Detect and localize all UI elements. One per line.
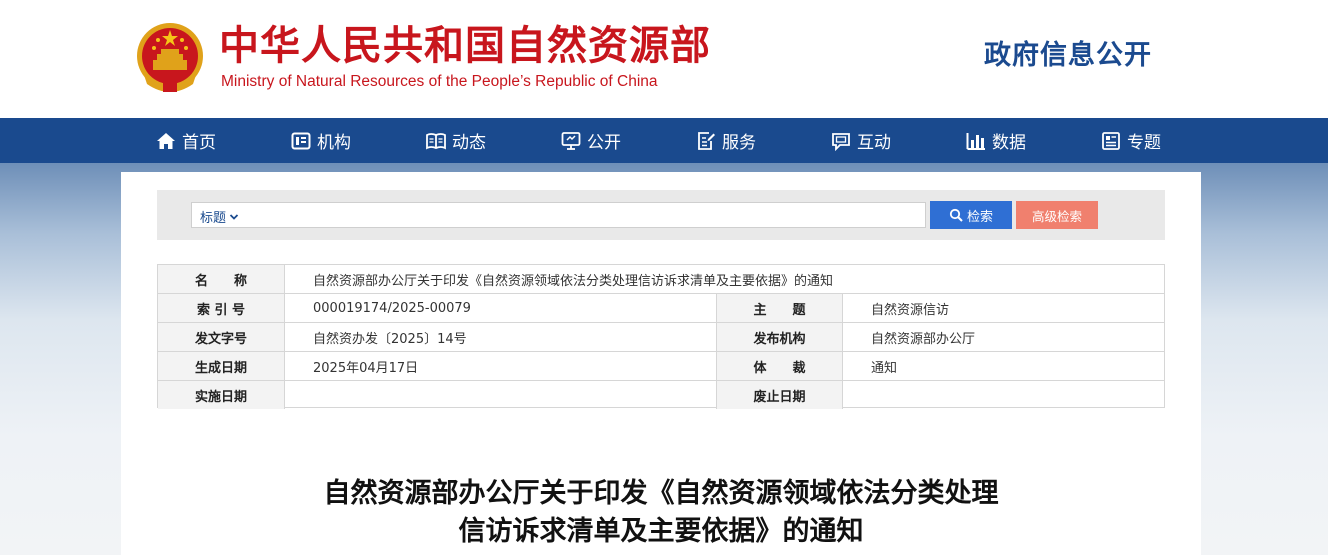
section-title[interactable]: 政府信息公开 <box>984 33 1152 72</box>
nav-item-home[interactable]: 首页 <box>156 118 216 163</box>
list-doc-icon <box>1102 131 1120 150</box>
article-title-line1: 自然资源部办公厅关于印发《自然资源领域依法分类处理 <box>323 478 999 509</box>
effective-value <box>284 381 716 409</box>
home-icon <box>157 132 175 149</box>
search-field-wrapper: 标题 <box>191 202 926 228</box>
name-value: 自然资源部办公厅关于印发《自然资源领域依法分类处理信访诉求清单及主要依据》的通知 <box>284 265 1164 293</box>
nav-item-service[interactable]: 服务 <box>696 118 756 163</box>
effective-label: 实施日期 <box>158 381 284 409</box>
created-label: 生成日期 <box>158 352 284 380</box>
expiry-value <box>842 381 1164 409</box>
site-title-cn[interactable]: 中华人民共和国自然资源部 <box>219 22 711 70</box>
bar-chart-icon <box>966 132 985 150</box>
nav-item-data[interactable]: 数据 <box>966 118 1026 163</box>
nav-label: 公开 <box>587 133 621 153</box>
table-row: 索 引 号 000019174/2025-00079 主 题 自然资源信访 <box>158 294 1164 323</box>
genre-label: 体 裁 <box>716 352 842 380</box>
search-field-select[interactable]: 标题 <box>200 207 239 226</box>
table-row: 发文字号 自然资办发〔2025〕14号 发布机构 自然资源部办公厅 <box>158 323 1164 352</box>
table-row: 实施日期 废止日期 <box>158 381 1164 410</box>
chevron-down-icon <box>229 213 239 220</box>
created-value: 2025年04月17日 <box>284 352 716 380</box>
search-input[interactable] <box>252 203 922 227</box>
docno-value: 自然资办发〔2025〕14号 <box>284 323 716 351</box>
nav-item-topics[interactable]: 专题 <box>1101 118 1161 163</box>
document-metadata-table: 名 称 自然资源部办公厅关于印发《自然资源领域依法分类处理信访诉求清单及主要依据… <box>157 264 1165 410</box>
search-field-label: 标题 <box>200 211 227 226</box>
nav-item-public[interactable]: 公开 <box>561 118 621 163</box>
docno-label: 发文字号 <box>158 323 284 351</box>
advanced-search-label: 高级检索 <box>1031 208 1082 224</box>
issuer-value: 自然资源部办公厅 <box>842 323 1164 351</box>
article-title-line2: 信访诉求清单及主要依据》的通知 <box>458 516 864 547</box>
search-button-label: 检索 <box>966 209 993 225</box>
search-button[interactable]: 检索 <box>930 201 1012 229</box>
search-icon <box>949 208 963 222</box>
table-row: 名 称 自然资源部办公厅关于印发《自然资源领域依法分类处理信访诉求清单及主要依据… <box>158 265 1164 294</box>
table-row: 生成日期 2025年04月17日 体 裁 通知 <box>158 352 1164 381</box>
advanced-search-button[interactable]: 高级检索 <box>1016 201 1098 229</box>
edit-doc-icon <box>698 131 715 150</box>
name-label: 名 称 <box>158 265 284 293</box>
main-content: 标题 检索 高级检索 名 称 自然资源部办公厅关于印发《自然资源领域依法分类处理… <box>121 172 1201 555</box>
nav-item-org[interactable]: 机构 <box>291 118 351 163</box>
chat-icon <box>832 132 850 151</box>
monitor-icon <box>561 131 581 150</box>
book-icon <box>426 132 446 149</box>
nav-label: 互动 <box>857 133 891 153</box>
org-icon <box>291 132 311 149</box>
index-value: 000019174/2025-00079 <box>284 294 716 322</box>
issuer-label: 发布机构 <box>716 323 842 351</box>
nav-label: 首页 <box>182 133 216 153</box>
search-bar: 标题 检索 高级检索 <box>157 190 1165 240</box>
nav-label: 服务 <box>722 133 756 153</box>
article-title: 自然资源部办公厅关于印发《自然资源领域依法分类处理 信访诉求清单及主要依据》的通… <box>121 475 1201 551</box>
nav-label: 专题 <box>1127 133 1161 153</box>
national-emblem-icon[interactable] <box>133 20 207 96</box>
nav-label: 数据 <box>992 133 1026 153</box>
nav-item-interact[interactable]: 互动 <box>831 118 891 163</box>
index-label: 索 引 号 <box>158 294 284 322</box>
nav-item-news[interactable]: 动态 <box>426 118 486 163</box>
main-nav: 首页 机构 动态 公开 服务 互动 数据 专题 <box>0 118 1328 163</box>
expiry-label: 废止日期 <box>716 381 842 409</box>
topic-value: 自然资源信访 <box>842 294 1164 322</box>
site-title-en[interactable]: Ministry of Natural Resources of the Peo… <box>221 73 658 91</box>
site-header: 中华人民共和国自然资源部 Ministry of Natural Resourc… <box>0 0 1328 118</box>
genre-value: 通知 <box>842 352 1164 380</box>
nav-label: 动态 <box>452 133 486 153</box>
topic-label: 主 题 <box>716 294 842 322</box>
nav-label: 机构 <box>317 133 351 153</box>
